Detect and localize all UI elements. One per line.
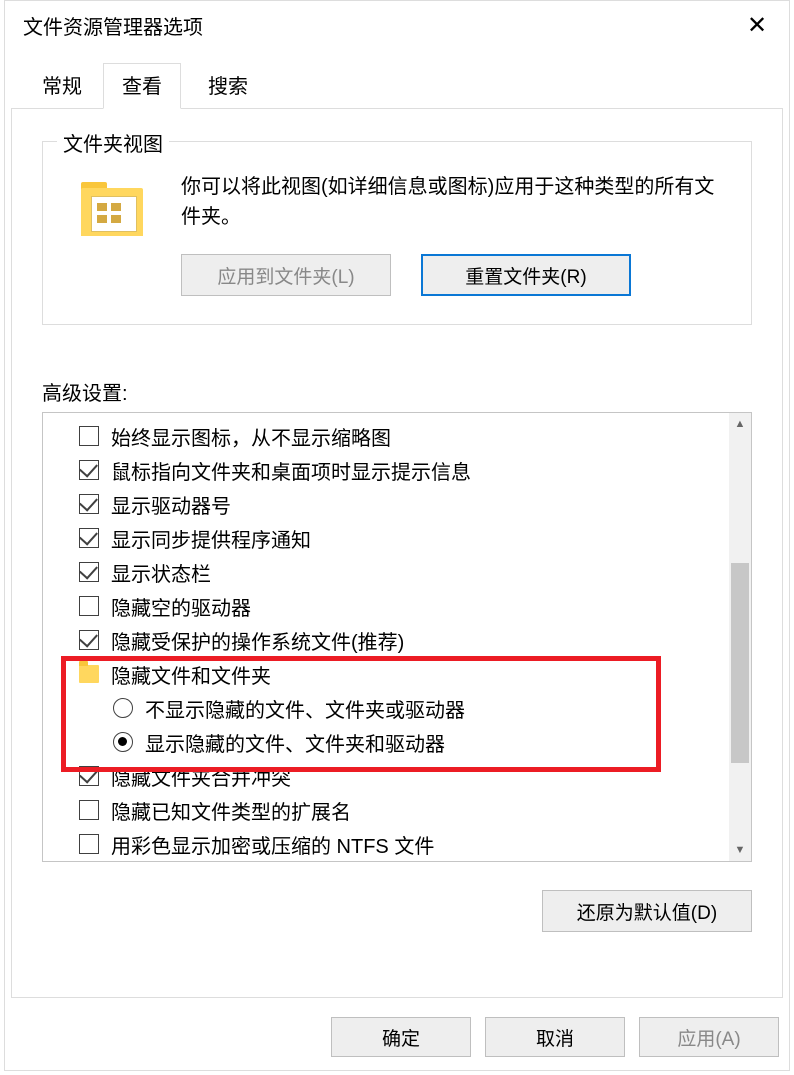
checkbox-icon[interactable] xyxy=(79,494,99,514)
list-item[interactable]: 隐藏受保护的操作系统文件(推荐) xyxy=(43,623,729,657)
checkbox-icon[interactable] xyxy=(79,630,99,650)
tab-body-view: 文件夹视图 你可以将此视图(如详细信息或图标)应用于这种类型的所有文件夹。 应用… xyxy=(11,109,783,998)
list-item[interactable]: 隐藏文件和文件夹 xyxy=(43,657,729,691)
tabstrip: 常规 查看 搜索 xyxy=(11,63,783,109)
list-item-label: 用彩色显示加密或压缩的 NTFS 文件 xyxy=(111,830,434,859)
list-item[interactable]: 隐藏文件夹合并冲突 xyxy=(43,759,729,793)
folder-views-legend: 文件夹视图 xyxy=(57,128,169,157)
checkbox-icon[interactable] xyxy=(79,460,99,480)
scroll-thumb[interactable] xyxy=(731,563,749,763)
folder-icon xyxy=(81,182,151,242)
folder-icon xyxy=(79,665,99,683)
scroll-up-icon[interactable]: ▲ xyxy=(729,413,751,435)
list-item-label: 不显示隐藏的文件、文件夹或驱动器 xyxy=(145,694,465,723)
radio-icon[interactable] xyxy=(113,732,133,752)
advanced-settings-list: 始终显示图标，从不显示缩略图鼠标指向文件夹和桌面项时显示提示信息显示驱动器号显示… xyxy=(42,412,752,862)
list-item-label: 鼠标指向文件夹和桌面项时显示提示信息 xyxy=(111,456,471,485)
list-item[interactable]: 显示隐藏的文件、文件夹和驱动器 xyxy=(43,725,729,759)
tab-search[interactable]: 搜索 xyxy=(189,63,267,109)
folder-views-group: 文件夹视图 你可以将此视图(如详细信息或图标)应用于这种类型的所有文件夹。 应用… xyxy=(42,141,752,325)
ok-button[interactable]: 确定 xyxy=(331,1017,471,1057)
tab-view[interactable]: 查看 xyxy=(103,63,181,109)
list-item[interactable]: 始终显示图标，从不显示缩略图 xyxy=(43,419,729,453)
list-item-label: 隐藏文件和文件夹 xyxy=(111,660,271,689)
reset-folders-button[interactable]: 重置文件夹(R) xyxy=(421,254,631,296)
list-item-label: 显示隐藏的文件、文件夹和驱动器 xyxy=(145,728,445,757)
cancel-button[interactable]: 取消 xyxy=(485,1017,625,1057)
list-item[interactable]: 用彩色显示加密或压缩的 NTFS 文件 xyxy=(43,827,729,861)
dialog-buttons: 确定 取消 应用(A) xyxy=(5,1004,789,1070)
list-item-label: 隐藏已知文件类型的扩展名 xyxy=(111,796,351,825)
folder-views-description: 你可以将此视图(如详细信息或图标)应用于这种类型的所有文件夹。 xyxy=(181,172,727,232)
list-item-label: 隐藏文件夹合并冲突 xyxy=(111,762,291,791)
list-item-label: 隐藏空的驱动器 xyxy=(111,592,251,621)
list-item[interactable]: 隐藏空的驱动器 xyxy=(43,589,729,623)
checkbox-icon[interactable] xyxy=(79,834,99,854)
list-item-label: 始终显示图标，从不显示缩略图 xyxy=(111,422,391,451)
tab-general[interactable]: 常规 xyxy=(23,63,101,109)
checkbox-icon[interactable] xyxy=(79,800,99,820)
close-icon[interactable]: ✕ xyxy=(737,11,777,40)
scrollbar[interactable]: ▲ ▼ xyxy=(729,413,751,861)
apply-to-folders-button[interactable]: 应用到文件夹(L) xyxy=(181,254,391,296)
checkbox-icon[interactable] xyxy=(79,562,99,582)
list-item[interactable]: 显示驱动器号 xyxy=(43,487,729,521)
checkbox-icon[interactable] xyxy=(79,766,99,786)
scroll-down-icon[interactable]: ▼ xyxy=(729,839,751,861)
folder-options-dialog: 文件资源管理器选项 ✕ 常规 查看 搜索 文件夹视图 你可以将此视图(如详细信息… xyxy=(4,0,790,1071)
checkbox-icon[interactable] xyxy=(79,426,99,446)
list-item-label: 显示同步提供程序通知 xyxy=(111,524,311,553)
list-item[interactable]: 不显示隐藏的文件、文件夹或驱动器 xyxy=(43,691,729,725)
checkbox-icon[interactable] xyxy=(79,596,99,616)
list-item[interactable]: 显示同步提供程序通知 xyxy=(43,521,729,555)
advanced-settings-label: 高级设置: xyxy=(42,377,752,406)
list-item[interactable]: 隐藏已知文件类型的扩展名 xyxy=(43,793,729,827)
window-title: 文件资源管理器选项 xyxy=(23,11,203,40)
titlebar: 文件资源管理器选项 ✕ xyxy=(5,1,789,49)
restore-defaults-button[interactable]: 还原为默认值(D) xyxy=(542,890,752,932)
radio-icon[interactable] xyxy=(113,698,133,718)
list-item-label: 显示状态栏 xyxy=(111,558,211,587)
checkbox-icon[interactable] xyxy=(79,528,99,548)
list-item-label: 隐藏受保护的操作系统文件(推荐) xyxy=(111,626,404,655)
list-item[interactable]: 显示状态栏 xyxy=(43,555,729,589)
apply-button[interactable]: 应用(A) xyxy=(639,1017,779,1057)
list-item[interactable]: 鼠标指向文件夹和桌面项时显示提示信息 xyxy=(43,453,729,487)
list-item-label: 显示驱动器号 xyxy=(111,490,231,519)
